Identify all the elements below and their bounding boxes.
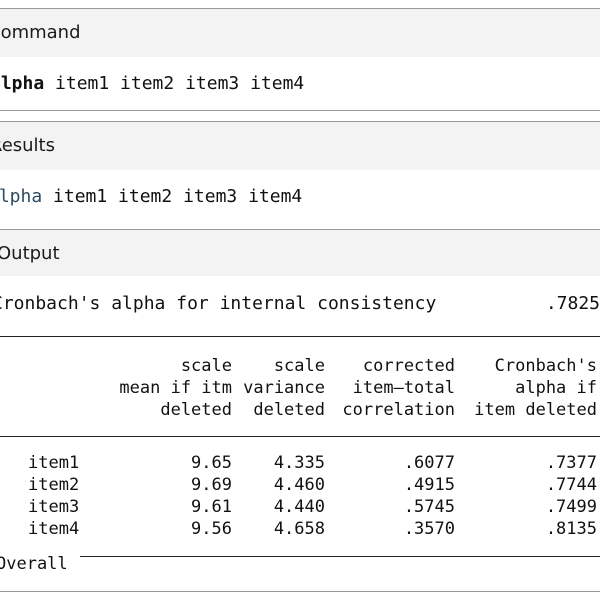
col-header-mean: scale mean if itm deleted — [119, 356, 232, 420]
alpha-summary-label: Cronbach's alpha for internal consistenc… — [0, 293, 437, 314]
table-header-rule — [0, 436, 600, 437]
col-header-alpha-if-deleted: Cronbach's alpha if item deleted — [474, 356, 597, 420]
bottom-divider — [0, 591, 600, 592]
alpha-summary-value: .7825 — [545, 293, 600, 314]
overall-rule — [80, 556, 600, 557]
results-args: item1 item2 item3 item4 — [42, 186, 303, 207]
output-header: Output — [0, 230, 600, 276]
results-title: Results — [0, 135, 55, 156]
table-top-rule — [0, 336, 600, 337]
command-args: item1 item2 item3 item4 — [44, 73, 305, 94]
overall-label: Overall — [0, 554, 68, 574]
col-header-variance: scale variance deleted — [243, 356, 325, 420]
results-header: Results — [0, 122, 600, 170]
results-keyword: alpha — [0, 186, 43, 207]
command-title: Command — [0, 22, 81, 43]
col-header-corrected: corrected item–total correlation — [342, 356, 455, 420]
results-line: alpha item1 item2 item3 item4 — [0, 186, 302, 207]
command-divider — [0, 110, 600, 111]
command-keyword: alpha — [0, 73, 45, 94]
command-header: Command — [0, 9, 600, 57]
command-line[interactable]: alpha item1 item2 item3 item4 — [0, 73, 304, 94]
output-title: Output — [0, 243, 60, 264]
